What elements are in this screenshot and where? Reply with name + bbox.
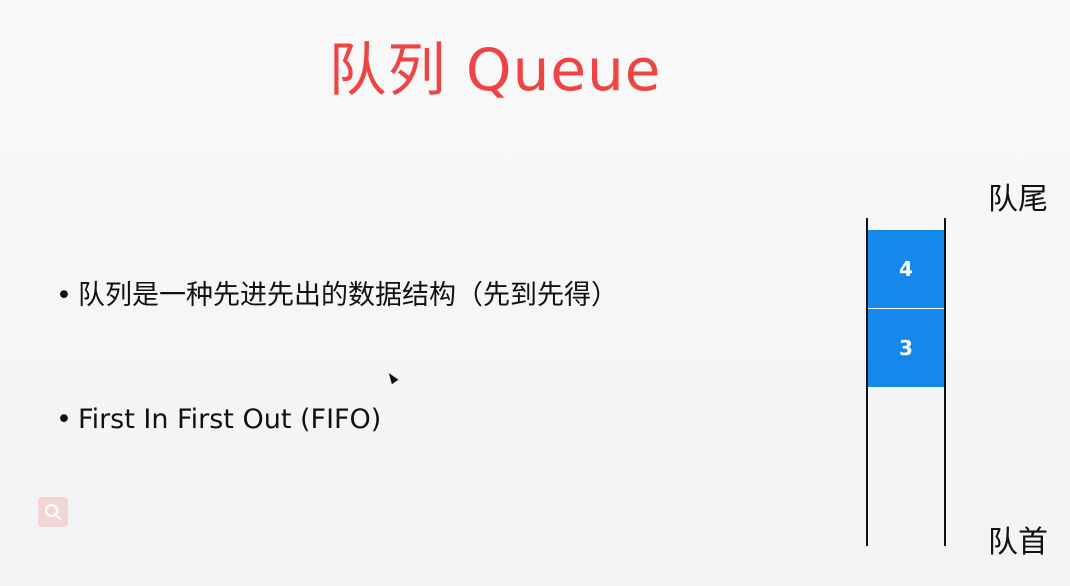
queue-item-3: 3 — [868, 309, 944, 387]
magnifier-icon — [45, 504, 61, 520]
slide-canvas: 队列 Queue • 队列是一种先进先出的数据结构（先到先得） • First In… — [0, 0, 1070, 586]
queue-head-label: 队首 — [988, 525, 1048, 560]
bullet-text: First In First Out (FIFO) — [78, 404, 382, 435]
queue-tail-label: 队尾 — [988, 182, 1048, 217]
bullet-text: 队列是一种先进先出的数据结构（先到先得） — [78, 280, 618, 311]
bullet-item-fifo-english: • First In First Out (FIFO) — [56, 402, 381, 438]
bullet-item-fifo-definition: • 队列是一种先进先出的数据结构（先到先得） — [56, 278, 618, 314]
arrow-cursor-icon — [385, 370, 399, 385]
bullet-marker: • — [56, 404, 72, 435]
queue-item-4: 4 — [868, 230, 944, 308]
bullet-marker: • — [56, 280, 72, 311]
zoom-button[interactable] — [38, 497, 68, 527]
slide-title: 队列 Queue — [328, 36, 662, 104]
queue-right-rail — [944, 218, 946, 546]
